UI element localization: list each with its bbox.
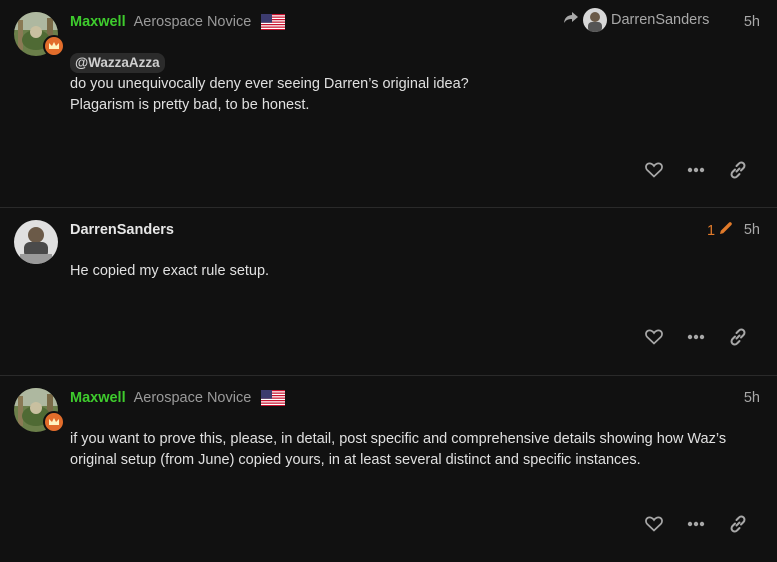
post-actions [633, 156, 759, 184]
post-body: if you want to prove this, please, in de… [70, 429, 760, 471]
post-time[interactable]: 5h [744, 220, 760, 240]
us-flag-icon [261, 390, 286, 406]
body-line: He copied my exact rule setup. [70, 263, 270, 279]
post-meta: Maxwell Aerospace Novice [70, 12, 286, 32]
user-title: Aerospace Novice [133, 14, 252, 30]
body-line: if you want to prove this, please, in de… [70, 431, 727, 447]
reply-to-user[interactable]: DarrenSanders [563, 8, 709, 32]
avatar[interactable] [14, 220, 58, 264]
user-title: Aerospace Novice [133, 390, 252, 406]
avatar [583, 8, 607, 32]
ellipsis-icon[interactable] [675, 323, 717, 351]
post-time[interactable]: 5h [744, 388, 760, 408]
heart-icon[interactable] [633, 156, 675, 184]
post-body: He copied my exact rule setup. [70, 261, 760, 282]
link-icon[interactable] [717, 323, 759, 351]
edit-history[interactable]: 1 [707, 220, 734, 242]
reply-to-username: DarrenSanders [611, 12, 710, 28]
ellipsis-icon[interactable] [675, 510, 717, 538]
pencil-icon [718, 220, 734, 242]
edit-count: 1 [707, 223, 716, 239]
post-actions [633, 510, 759, 538]
username[interactable]: DarrenSanders [70, 222, 174, 238]
crown-icon [43, 411, 65, 433]
username[interactable]: Maxwell [70, 390, 126, 406]
post-3: Maxwell Aerospace Novice 5h if you want … [0, 375, 777, 562]
body-line: Plagarism is pretty bad, to be honest. [70, 97, 310, 113]
heart-icon[interactable] [633, 510, 675, 538]
mention-link[interactable]: @WazzaAzza [70, 53, 165, 73]
body-line: original setup (from June) copied yours,… [70, 452, 641, 468]
post-time[interactable]: 5h [744, 12, 760, 32]
body-line: do you unequivocally deny ever seeing Da… [70, 76, 469, 92]
link-icon[interactable] [717, 510, 759, 538]
post-body: do you unequivocally deny ever seeing Da… [70, 74, 760, 116]
post-1: Maxwell Aerospace Novice DarrenSanders 5… [0, 0, 777, 207]
link-icon[interactable] [717, 156, 759, 184]
us-flag-icon [261, 14, 286, 30]
heart-icon[interactable] [633, 323, 675, 351]
username[interactable]: Maxwell [70, 14, 126, 30]
reply-arrow-icon [563, 11, 579, 29]
ellipsis-icon[interactable] [675, 156, 717, 184]
crown-icon [43, 35, 65, 57]
post-meta: Maxwell Aerospace Novice [70, 388, 286, 408]
post-meta: DarrenSanders [70, 220, 174, 240]
post-actions [633, 323, 759, 351]
post-2: DarrenSanders 1 5h He copied my exact ru… [0, 207, 777, 375]
